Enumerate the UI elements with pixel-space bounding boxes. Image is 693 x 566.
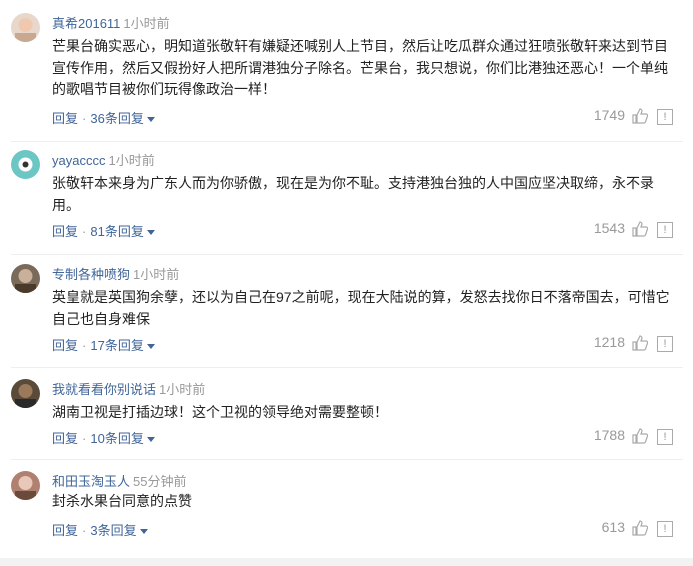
comment-actions: 回复 · 10条回复 bbox=[52, 428, 155, 447]
report-icon[interactable]: ! bbox=[657, 222, 673, 238]
reply-button[interactable]: 回复 bbox=[52, 431, 78, 446]
avatar[interactable] bbox=[11, 379, 40, 408]
thumbs-up-icon[interactable] bbox=[632, 520, 648, 536]
divider bbox=[11, 141, 683, 142]
like-count: 1543 bbox=[593, 220, 625, 236]
avatar[interactable] bbox=[11, 264, 40, 293]
chevron-down-icon[interactable] bbox=[146, 117, 155, 123]
comment-text: 英皇就是英国狗余孽，还以为自己在97之前呢，现在大陆说的算，发怒去找你日不落帝国… bbox=[52, 289, 670, 327]
report-icon[interactable]: ! bbox=[657, 429, 673, 445]
comment-text: 湖南卫视是打插边球！这个卫视的领导绝对需要整顿！ bbox=[52, 404, 388, 420]
thumbs-up-icon[interactable] bbox=[632, 108, 648, 124]
avatar-face-icon bbox=[15, 384, 36, 408]
replies-toggle[interactable]: 81条回复 bbox=[90, 224, 143, 239]
comment-actions: 回复 · 3条回复 bbox=[52, 520, 148, 539]
thumbs-up-icon[interactable] bbox=[632, 221, 648, 237]
avatar[interactable] bbox=[11, 471, 40, 500]
reply-button[interactable]: 回复 bbox=[52, 111, 78, 126]
avatar-face-icon bbox=[15, 269, 36, 293]
avatar-face-icon bbox=[18, 157, 33, 172]
report-icon[interactable]: ! bbox=[657, 336, 673, 352]
replies-toggle[interactable]: 3条回复 bbox=[90, 523, 136, 538]
timestamp: 55分钟前 bbox=[133, 474, 187, 489]
comment-meta: 我就看看你别说话 1小时前 bbox=[52, 381, 205, 399]
comment-meta: 和田玉淘玉人 55分钟前 bbox=[52, 473, 186, 491]
chevron-down-icon[interactable] bbox=[146, 437, 155, 443]
thumbs-up-icon[interactable] bbox=[632, 335, 648, 351]
like-count: 1218 bbox=[593, 334, 625, 350]
comment-meta: 真希201611 1小时前 bbox=[52, 15, 170, 33]
chevron-down-icon[interactable] bbox=[146, 344, 155, 350]
timestamp: 1小时前 bbox=[159, 382, 206, 397]
avatar[interactable] bbox=[11, 13, 40, 42]
replies-toggle[interactable]: 17条回复 bbox=[90, 338, 143, 353]
report-icon[interactable]: ! bbox=[657, 109, 673, 125]
comment-meta: yayacccc 1小时前 bbox=[52, 152, 155, 170]
timestamp: 1小时前 bbox=[133, 267, 180, 282]
separator-dot: · bbox=[82, 111, 87, 126]
username[interactable]: 专制各种喷狗 bbox=[52, 267, 130, 282]
comment-text: 芒果台确实恶心，明知道张敬轩有嫌疑还喊别人上节目，然后让吃瓜群众通过狂喷张敬轩来… bbox=[52, 38, 668, 98]
timestamp: 1小时前 bbox=[123, 16, 170, 31]
timestamp: 1小时前 bbox=[108, 153, 155, 168]
bottom-bar bbox=[0, 558, 693, 566]
comment-text: 封杀水果台同意的点赞 bbox=[52, 493, 192, 509]
reply-button[interactable]: 回复 bbox=[52, 523, 78, 538]
comment-actions: 回复 · 17条回复 bbox=[52, 335, 155, 354]
separator-dot: · bbox=[82, 224, 87, 239]
comment-actions: 回复 · 36条回复 bbox=[52, 108, 155, 127]
like-count: 613 bbox=[601, 519, 625, 535]
report-icon[interactable]: ! bbox=[657, 521, 673, 537]
divider bbox=[11, 367, 683, 368]
chevron-down-icon[interactable] bbox=[146, 230, 155, 236]
divider bbox=[11, 459, 683, 460]
reply-button[interactable]: 回复 bbox=[52, 224, 78, 239]
avatar-face-icon bbox=[15, 18, 36, 42]
divider bbox=[11, 254, 683, 255]
like-count: 1749 bbox=[593, 107, 625, 123]
separator-dot: · bbox=[82, 431, 87, 446]
avatar[interactable] bbox=[11, 150, 40, 179]
comment-actions: 回复 · 81条回复 bbox=[52, 221, 155, 240]
replies-toggle[interactable]: 10条回复 bbox=[90, 431, 143, 446]
username[interactable]: 真希201611 bbox=[52, 16, 120, 31]
username[interactable]: 和田玉淘玉人 bbox=[52, 474, 130, 489]
username[interactable]: yayacccc bbox=[52, 153, 105, 168]
like-count: 1788 bbox=[593, 427, 625, 443]
avatar-face-icon bbox=[15, 476, 36, 500]
separator-dot: · bbox=[82, 523, 87, 538]
username[interactable]: 我就看看你别说话 bbox=[52, 382, 156, 397]
chevron-down-icon[interactable] bbox=[139, 529, 148, 535]
replies-toggle[interactable]: 36条回复 bbox=[90, 111, 143, 126]
reply-button[interactable]: 回复 bbox=[52, 338, 78, 353]
comment-meta: 专制各种喷狗 1小时前 bbox=[52, 266, 179, 284]
separator-dot: · bbox=[82, 338, 87, 353]
thumbs-up-icon[interactable] bbox=[632, 428, 648, 444]
comment-text: 张敬轩本来身为广东人而为你骄傲，现在是为你不耻。支持港独台独的人中国应坚决取缔，… bbox=[52, 175, 654, 213]
